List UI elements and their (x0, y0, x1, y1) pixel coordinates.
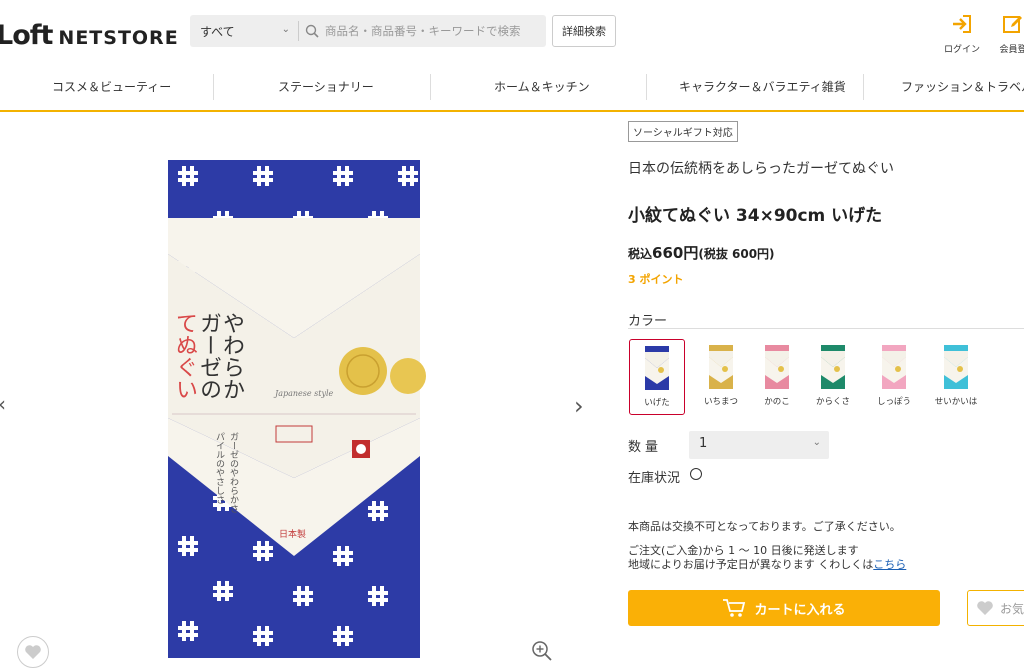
color-divider (628, 328, 1024, 329)
color-swatch[interactable]: いちまつ (693, 339, 749, 415)
package-title-3: てぬぐい (172, 312, 197, 400)
advanced-search-button[interactable]: 詳細検索 (552, 15, 616, 47)
package-title-line-1: やわらか (219, 312, 244, 400)
logo-mark: Loft (0, 20, 53, 51)
swatch-thumbnail (709, 345, 733, 389)
shipping-info-link[interactable]: こちら (873, 558, 906, 571)
color-swatch[interactable]: せいかいは (928, 339, 984, 415)
nav-divider (863, 74, 864, 100)
zoom-button[interactable] (531, 640, 553, 666)
package-gauze-text: ガーゼのやわらかさ (226, 432, 239, 513)
login-icon (953, 15, 971, 33)
package-title-line-3: てぬぐい (172, 312, 197, 400)
quantity-select[interactable]: 1 ⌄ (689, 431, 829, 459)
swatch-label: しっぽう (876, 397, 911, 407)
swatch-label: いげた (644, 398, 670, 408)
swatch-thumbnail (821, 345, 845, 389)
heart-icon (977, 601, 993, 615)
category-home-kitchen[interactable]: ホーム＆キッチン (494, 78, 590, 95)
category-nav: コスメ＆ビューティー ステーショナリー ホーム＆キッチン キャラクター＆バラエテ… (0, 66, 1024, 112)
search-input[interactable] (325, 16, 540, 46)
swatch-thumbnail (765, 345, 789, 389)
favorite-button[interactable]: お気 (967, 590, 1024, 626)
package-title: やわらか (219, 312, 244, 400)
next-image-button[interactable]: › (574, 392, 584, 420)
price-suffix: (税抜 600円) (698, 247, 775, 261)
note-exchange: 本商品は交換不可となっております。ご了承ください。 (628, 520, 901, 533)
package-made-in: 日本製 (279, 530, 307, 540)
product-title: 小紋てぬぐい 34×90cm いげた (628, 206, 883, 226)
nav-divider (213, 74, 214, 100)
favorite-label: お気 (1000, 601, 1024, 616)
logo-text: NETSTORE (58, 27, 179, 49)
package-title-line-2: ガーゼの (196, 312, 221, 400)
add-to-cart-button[interactable]: カートに入れる (628, 590, 940, 626)
color-label: カラー (628, 314, 668, 329)
note-shipping-region: 地域によりお届け予定日が異なります くわしくはこちら (628, 556, 906, 572)
price-value: 660円 (652, 244, 699, 262)
product-catch-copy: 日本の伝統柄をあしらったガーゼてぬぐい (628, 161, 894, 177)
zoom-in-icon (532, 641, 552, 661)
cart-icon (723, 599, 746, 617)
swatch-label: かのこ (764, 397, 790, 407)
category-cosme[interactable]: コスメ＆ビューティー (52, 78, 171, 95)
category-fashion[interactable]: ファッション＆トラベル& (901, 78, 1024, 95)
swatch-thumbnail (882, 345, 906, 389)
package-gauze-line-2: パイルのやさしさ (214, 432, 224, 504)
login-label: ログイン (943, 45, 980, 55)
login-button[interactable]: ログイン (937, 14, 987, 55)
note-region-text: 地域によりお届け予定日が異なります くわしくは (628, 558, 874, 571)
color-swatch[interactable]: いげた (629, 339, 685, 415)
nav-divider (430, 74, 431, 100)
heart-icon (25, 645, 41, 659)
search-category-select[interactable]: すべて ⌄ (190, 15, 298, 47)
swatch-label: からくさ (815, 397, 850, 407)
register-button[interactable]: 会員登 (988, 14, 1024, 55)
product-points: 3 ポイント (628, 273, 684, 286)
swatch-label: せいかいは (934, 397, 978, 407)
product-price: 税込660円(税抜 600円) (628, 242, 775, 263)
search-category-value: すべて (200, 24, 235, 39)
swatch-thumbnail (944, 345, 968, 389)
package-title-2: ガーゼの (196, 312, 221, 400)
quantity-value: 1 (699, 436, 708, 451)
chevron-down-icon: ⌄ (812, 437, 821, 448)
site-logo[interactable]: Loft NETSTORE (0, 20, 179, 51)
favorite-image-button[interactable] (17, 636, 49, 668)
chevron-down-icon: ⌄ (281, 24, 290, 35)
product-image[interactable] (158, 156, 430, 664)
price-prefix: 税込 (628, 247, 653, 261)
category-stationery[interactable]: ステーショナリー (278, 78, 374, 95)
stock-label: 在庫状況 (628, 471, 681, 486)
quantity-label: 数量 (628, 440, 663, 455)
package-gauze-text-2: パイルのやさしさ (212, 432, 225, 504)
site-header: Loft NETSTORE すべて ⌄ 詳細検索 ログイン 会員登 (0, 0, 1024, 66)
search-icon[interactable] (299, 15, 325, 47)
stock-available-icon (690, 468, 702, 480)
search-bar: すべて ⌄ (190, 15, 546, 47)
color-swatch[interactable]: からくさ (805, 339, 861, 415)
swatch-thumbnail (645, 346, 669, 390)
edit-icon (1003, 16, 1022, 33)
product-image-area: やわらか ガーゼの てぬぐい Japanese style 日本製 ガーゼのやわ… (0, 114, 610, 668)
swatch-label: いちまつ (703, 397, 738, 407)
color-swatch[interactable]: しっぽう (866, 339, 922, 415)
social-gift-badge: ソーシャルギフト対応 (628, 121, 738, 142)
category-character[interactable]: キャラクター＆バラエティ雑貨 (679, 78, 846, 95)
add-to-cart-label: カートに入れる (754, 602, 846, 618)
nav-divider (646, 74, 647, 100)
package-brand: Japanese style (275, 389, 334, 398)
register-label: 会員登 (999, 45, 1024, 55)
color-swatch[interactable]: かのこ (749, 339, 805, 415)
prev-image-button[interactable]: ‹ (0, 392, 6, 416)
package-gauze-line-1: ガーゼのやわらかさ (228, 432, 238, 513)
